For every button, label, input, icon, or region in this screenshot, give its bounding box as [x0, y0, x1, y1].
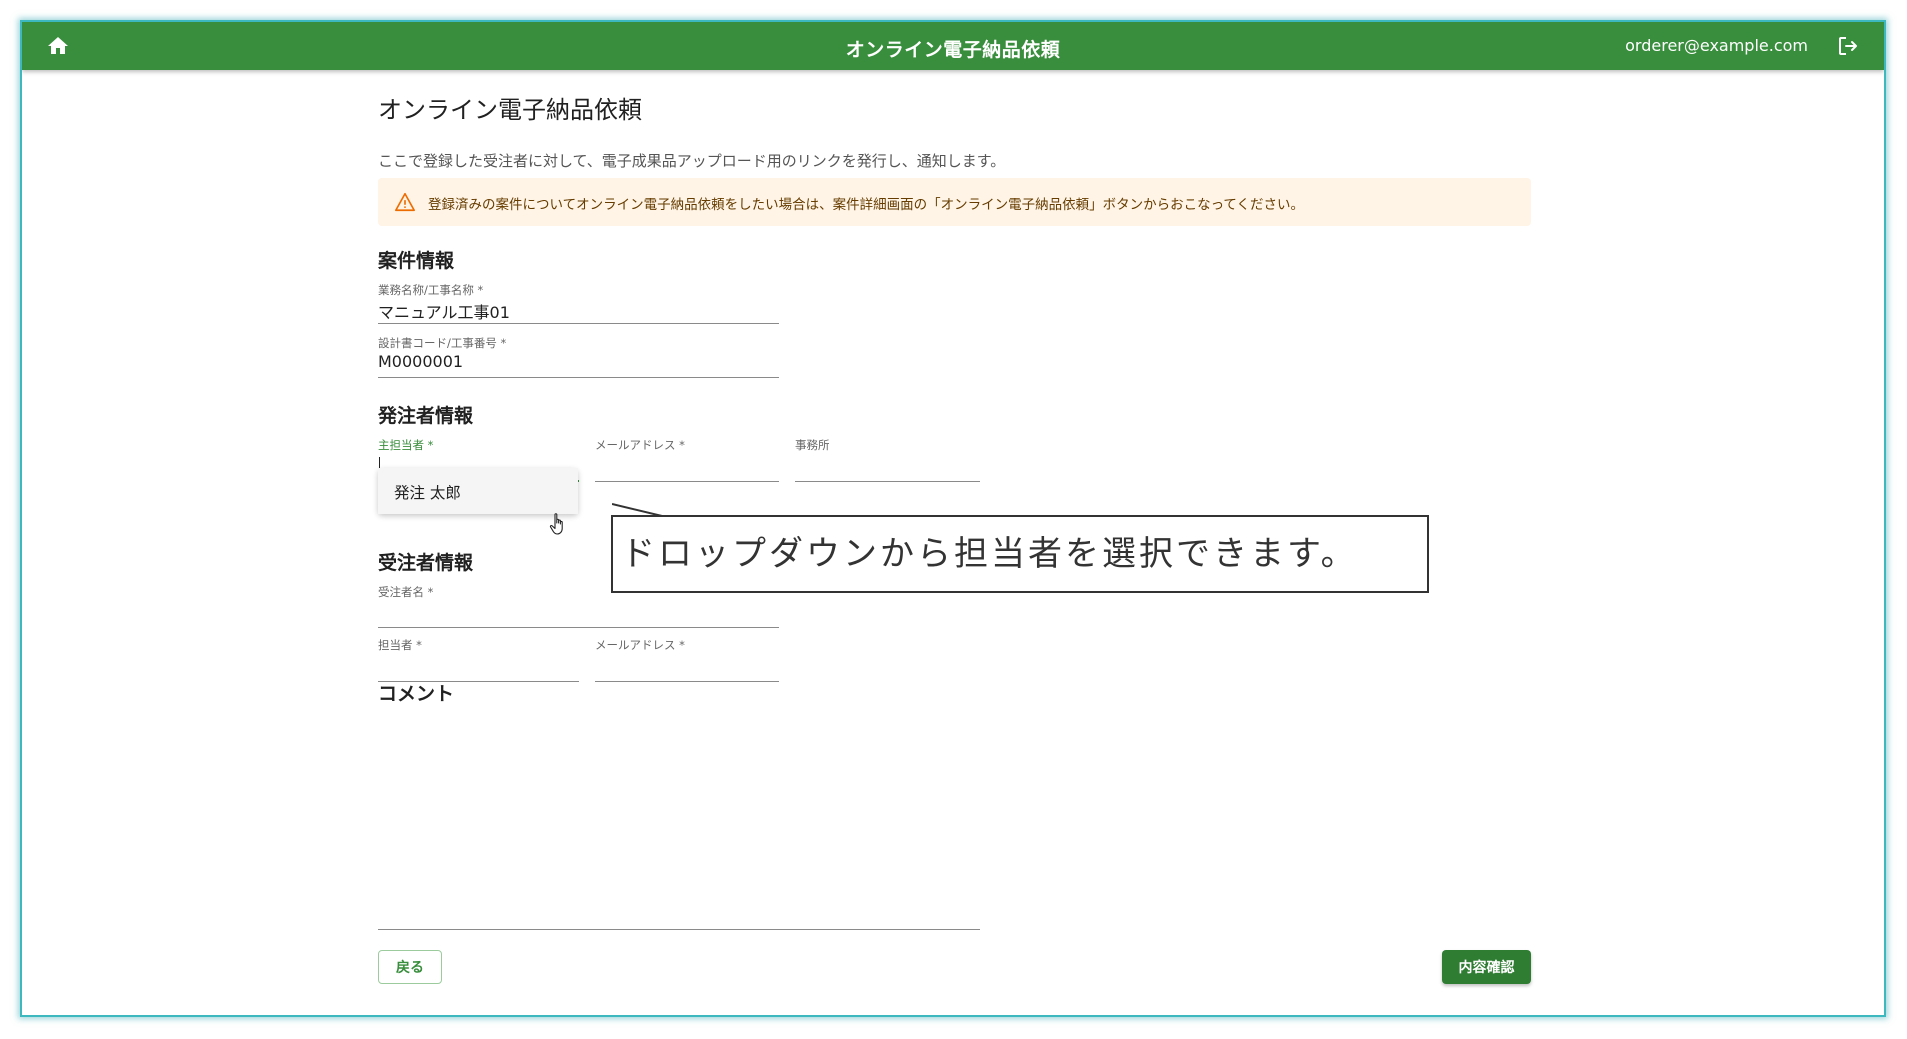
- main-contact-label: 主担当者 *: [378, 438, 434, 452]
- underline: [595, 481, 779, 482]
- contractor-section-title: 受注者情報: [378, 552, 474, 574]
- confirm-button[interactable]: 内容確認: [1442, 950, 1531, 984]
- callout-text: ドロップダウンから担当者を選択できます。: [621, 534, 1358, 574]
- page-description: ここで登録した受注者に対して、電子成果品アップロード用のリンクを発行し、通知しま…: [378, 152, 1006, 170]
- orderer-email-label: メールアドレス *: [595, 438, 685, 452]
- alert-message: 登録済みの案件についてオンライン電子納品依頼をしたい場合は、案件詳細画面の「オン…: [428, 197, 1305, 213]
- office-label: 事務所: [795, 438, 830, 452]
- orderer-email-field[interactable]: メールアドレス *: [595, 437, 779, 482]
- dropdown-option-label: 発注 太郎: [394, 484, 461, 502]
- app-window: オンライン電子納品依頼 orderer@example.com オンライン電子納…: [20, 20, 1886, 1017]
- underline: [795, 481, 980, 482]
- info-alert: 登録済みの案件についてオンライン電子納品依頼をしたい場合は、案件詳細画面の「オン…: [378, 178, 1531, 226]
- contractor-contact-label: 担当者 *: [378, 638, 422, 652]
- contractor-email-label: メールアドレス *: [595, 638, 685, 652]
- contact-dropdown: 発注 太郎: [378, 468, 578, 514]
- back-button[interactable]: 戻る: [378, 950, 442, 984]
- underline: [378, 377, 779, 378]
- app-title: オンライン電子納品依頼: [845, 39, 1061, 61]
- contractor-email-field[interactable]: メールアドレス *: [595, 637, 779, 682]
- contractor-name-label: 受注者名 *: [378, 585, 434, 599]
- page-title: オンライン電子納品依頼: [378, 96, 642, 124]
- project-name-label: 業務名称/工事名称 *: [378, 283, 484, 297]
- annotation-callout: ドロップダウンから担当者を選択できます。: [611, 515, 1429, 593]
- underline: [378, 323, 779, 324]
- underline: [595, 681, 779, 682]
- project-code-field[interactable]: 設計書コード/工事番号 * M0000001: [378, 335, 779, 378]
- project-code-input[interactable]: M0000001: [378, 352, 463, 371]
- logout-icon[interactable]: [1836, 34, 1860, 58]
- app-bar: オンライン電子納品依頼 orderer@example.com: [22, 22, 1884, 70]
- comment-textarea[interactable]: [378, 710, 980, 930]
- comment-section-title: コメント: [378, 683, 455, 705]
- hand-pointer-icon: [549, 513, 563, 535]
- project-name-input[interactable]: マニュアル工事01: [378, 299, 510, 323]
- warning-icon: [395, 192, 415, 212]
- project-code-label: 設計書コード/工事番号 *: [378, 336, 507, 350]
- user-email: orderer@example.com: [1625, 36, 1808, 55]
- underline: [378, 929, 980, 930]
- project-name-field[interactable]: 業務名称/工事名称 * マニュアル工事01: [378, 282, 779, 324]
- office-field[interactable]: 事務所: [795, 437, 980, 482]
- orderer-section-title: 発注者情報: [378, 405, 474, 427]
- project-section-title: 案件情報: [378, 250, 455, 272]
- underline: [378, 627, 779, 628]
- dropdown-option[interactable]: 発注 太郎: [378, 468, 578, 514]
- contractor-contact-field[interactable]: 担当者 *: [378, 637, 579, 682]
